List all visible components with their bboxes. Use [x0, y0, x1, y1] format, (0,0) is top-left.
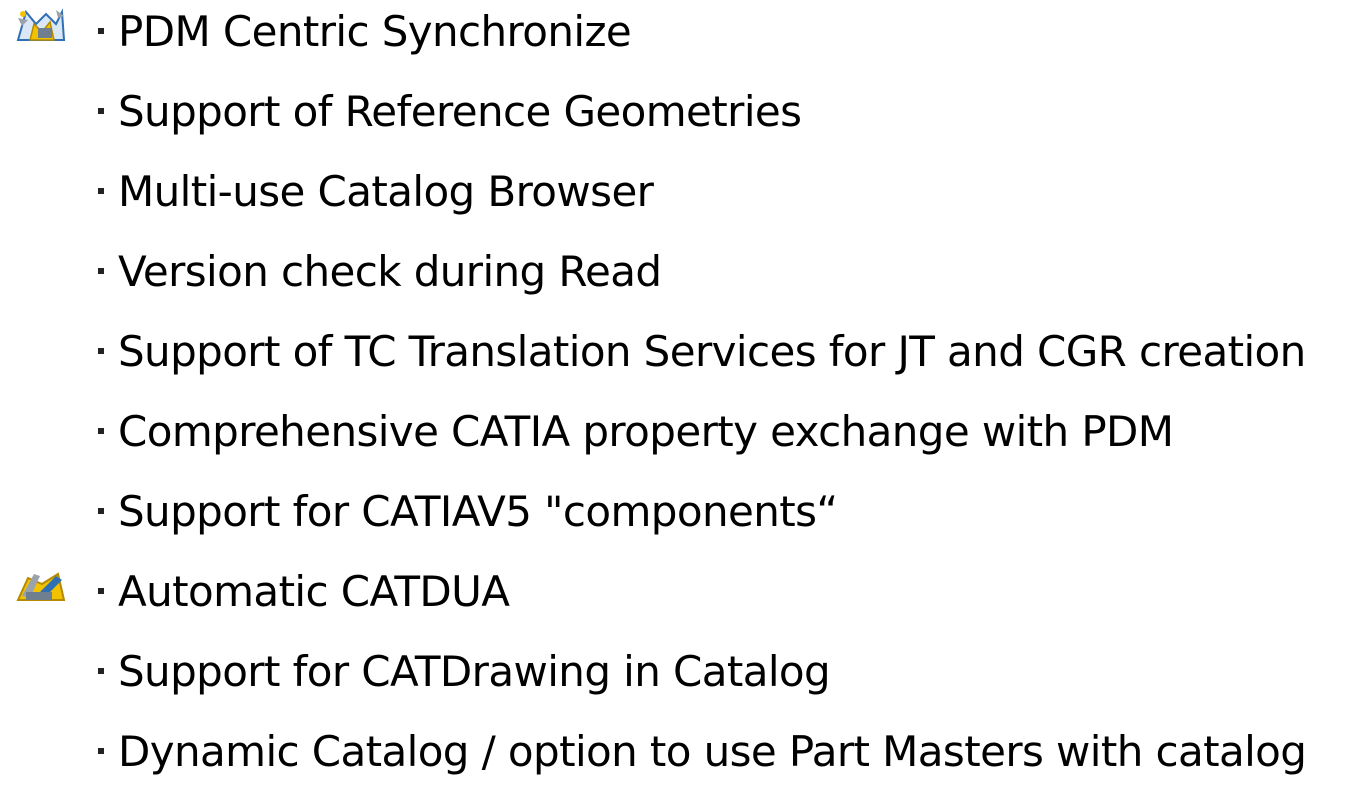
- list-item-text: PDM Centric Synchronize: [118, 7, 632, 56]
- list-item-text: Support of Reference Geometries: [118, 87, 802, 136]
- list-item-text: Dynamic Catalog / option to use Part Mas…: [118, 727, 1307, 776]
- list-item: Support of TC Translation Services for J…: [0, 320, 1347, 400]
- bullet-marker: [98, 428, 104, 434]
- bullet-marker: [98, 348, 104, 354]
- list-item: Support of Reference Geometries: [0, 80, 1347, 160]
- list-item-text: Multi-use Catalog Browser: [118, 167, 654, 216]
- list-item-text: Automatic CATDUA: [118, 567, 510, 616]
- bullet-marker: [98, 588, 104, 594]
- bullet-marker: [98, 748, 104, 754]
- synchronize-icon: [12, 6, 70, 46]
- list-item-text: Support for CATIAV5 "components“: [118, 487, 838, 536]
- list-item: Comprehensive CATIA property exchange wi…: [0, 400, 1347, 480]
- list-item: Automatic CATDUA: [0, 560, 1347, 640]
- list-item-text: Comprehensive CATIA property exchange wi…: [118, 407, 1174, 456]
- bullet-marker: [98, 268, 104, 274]
- bullet-marker: [98, 508, 104, 514]
- list-item: Dynamic Catalog / option to use Part Mas…: [0, 720, 1347, 800]
- list-item-text: Version check during Read: [118, 247, 662, 296]
- slide: PDM Centric Synchronize Support of Refer…: [0, 0, 1347, 776]
- list-item: PDM Centric Synchronize: [0, 0, 1347, 80]
- list-item: Support for CATDrawing in Catalog: [0, 640, 1347, 720]
- list-item: Multi-use Catalog Browser: [0, 160, 1347, 240]
- list-item: Version check during Read: [0, 240, 1347, 320]
- bullet-marker: [98, 108, 104, 114]
- bullet-marker: [98, 188, 104, 194]
- catdua-tools-icon: [12, 566, 70, 606]
- bullet-marker: [98, 668, 104, 674]
- list-item-text: Support for CATDrawing in Catalog: [118, 647, 831, 696]
- list-item: Support for CATIAV5 "components“: [0, 480, 1347, 560]
- list-item-text: Support of TC Translation Services for J…: [118, 327, 1306, 376]
- bullet-marker: [98, 28, 104, 34]
